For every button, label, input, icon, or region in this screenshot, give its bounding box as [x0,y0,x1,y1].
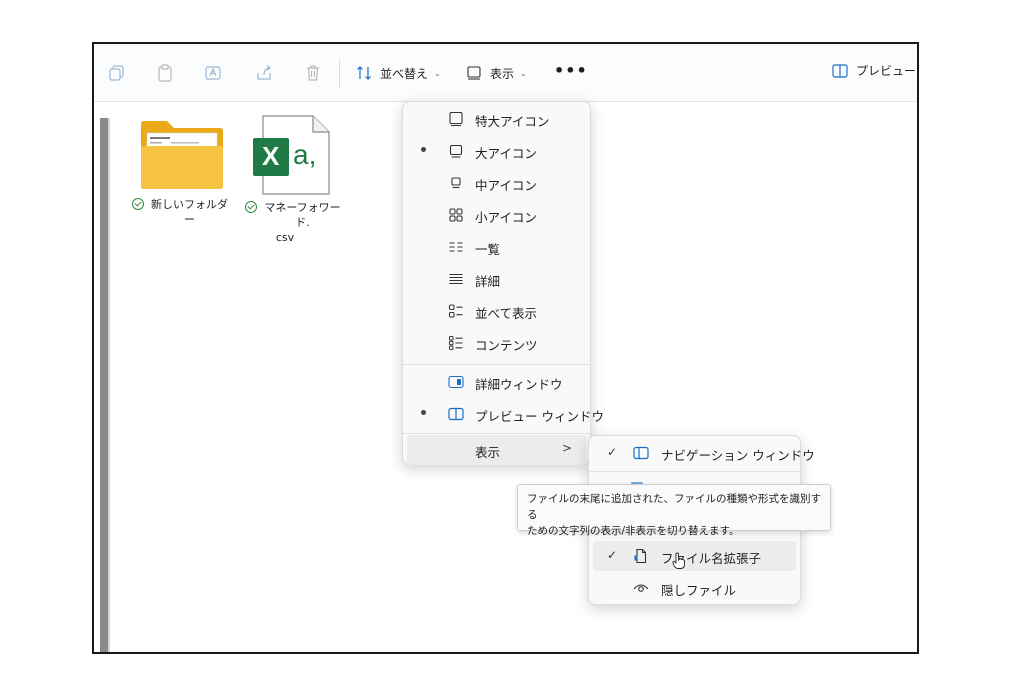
sort-icon [357,66,371,80]
sort-label: 並べ替え [380,66,429,81]
paste-icon[interactable] [156,64,174,82]
menu-item-show[interactable]: 表示 > [407,435,586,465]
list-view-icon [449,242,463,252]
copy-icon[interactable] [108,64,126,82]
tooltip: ファイルの末尾に追加された、ファイルの種類や形式を識別する ための文字列の表示/… [517,484,831,537]
view-menu: 特大アイコン 大アイコン 中アイコン 小アイコン 一覧 詳細 並べて表示 コンテ… [402,101,604,465]
navigation-pane-edge [100,118,108,652]
menu-item-list[interactable]: 一覧 [407,232,586,262]
medium-icons-icon [451,177,461,189]
menu-separator [403,364,590,365]
file-name: 新しいフォルダー [151,198,228,226]
menu-item-extra-large-icons[interactable]: 特大アイコン [407,104,586,134]
hidden-menu-item-fragment [630,474,750,484]
preview-label: プレビュー [856,64,917,78]
chevron-down-icon: ⌄ [434,68,441,78]
menu-item-large-icons[interactable]: 大アイコン [407,136,586,166]
eye-icon [633,584,649,592]
checkmark-icon: ✓ [607,548,618,562]
menu-item-medium-icons[interactable]: 中アイコン [407,168,586,198]
menu-item-hidden-files[interactable]: 隠しファイル [593,573,796,603]
content-view-icon [449,336,463,350]
view-button[interactable]: 表示 ⌄ [466,62,527,84]
excel-csv-icon: X a, [245,114,345,196]
menu-item-small-icons[interactable]: 小アイコン [407,200,586,230]
extra-large-icons-icon [449,111,463,127]
sort-button[interactable]: 並べ替え ⌄ [356,62,441,84]
navigation-pane-icon [633,446,649,460]
menu-item-tiles[interactable]: 並べて表示 [407,296,586,326]
synced-status-icon [132,198,144,210]
menu-item-details[interactable]: 詳細 [407,264,586,294]
menu-separator [403,433,590,434]
toolbar-separator [339,58,340,88]
view-label: 表示 [490,66,515,81]
rename-icon[interactable] [204,64,222,82]
chevron-down-icon: ⌄ [520,68,527,78]
menu-separator [589,471,800,472]
menu-item-details-pane[interactable]: 詳細ウィンドウ [407,367,586,397]
chevron-right-icon: > [561,441,572,455]
selected-bullet-icon [421,147,426,152]
view-icon [467,66,481,80]
file-name-ext: csv [275,231,295,244]
details-pane-icon [448,375,464,389]
excel-x-glyph: X [262,141,280,171]
preview-pane-button[interactable]: プレビュー [832,62,916,79]
preview-pane-icon [832,63,848,78]
menu-item-preview-pane[interactable]: プレビュー ウィンドウ [407,399,604,429]
file-item-folder[interactable]: 新しいフォルダー [132,118,232,227]
menu-item-navigation-pane[interactable]: ✓ ナビゲーション ウィンドウ [593,438,815,468]
checkmark-icon: ✓ [607,445,618,459]
large-icons-icon [449,144,463,158]
selected-bullet-icon [421,410,426,415]
details-view-icon [449,273,463,285]
folder-icon [141,121,223,189]
more-options-button[interactable]: ••• [554,61,588,80]
tooltip-line-2: ための文字列の表示/非表示を切り替えます。 [527,525,740,537]
preview-pane-icon [448,407,464,421]
file-name: マネーフォワード. [264,201,341,229]
menu-item-file-name-extensions[interactable]: ✓ ファイル名拡張子 [593,541,796,571]
file-extension-icon [634,548,647,564]
pane-divider [108,118,110,652]
small-icons-icon [449,208,463,222]
tooltip-line-1: ファイルの末尾に追加された、ファイルの種類や形式を識別する [527,493,821,521]
synced-status-icon [245,201,257,213]
share-icon[interactable] [255,64,273,82]
tiles-view-icon [448,304,463,318]
delete-icon[interactable] [304,64,322,82]
excel-a-glyph: a, [293,139,317,170]
menu-item-content[interactable]: コンテンツ [407,328,586,358]
file-item-csv[interactable]: X a, マネーフォワード. csv [245,114,345,245]
command-bar: 並べ替え ⌄ 表示 ⌄ ••• プレビュー [94,44,917,102]
hand-cursor-icon [672,552,685,569]
